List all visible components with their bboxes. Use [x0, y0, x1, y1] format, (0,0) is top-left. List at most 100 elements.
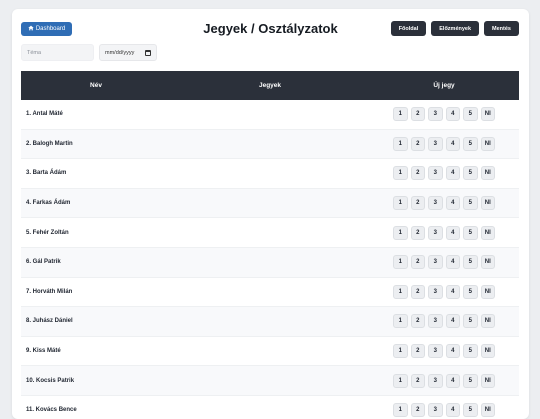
- home-button[interactable]: Főoldal: [390, 21, 427, 36]
- student-name: 4. Farkas Ádám: [26, 200, 71, 207]
- save-button[interactable]: Mentés: [484, 21, 519, 36]
- grade-button-2[interactable]: 2: [410, 403, 425, 418]
- student-name: 6. Gál Patrik: [26, 259, 61, 266]
- grade-button-5[interactable]: 5: [463, 107, 478, 122]
- grades-card: Dashboard Jegyek / Osztályzatok Főoldal …: [12, 9, 529, 419]
- topic-input[interactable]: [21, 44, 94, 61]
- grade-button-4[interactable]: 4: [445, 196, 460, 211]
- table-row: 8. Juhász Dániel 1 2 3 4 5 NI: [21, 307, 519, 337]
- home-icon: [28, 25, 34, 33]
- grade-button-3[interactable]: 3: [428, 255, 443, 270]
- grade-button-ni[interactable]: NI: [480, 196, 495, 211]
- grade-button-3[interactable]: 3: [428, 314, 443, 329]
- grade-button-3[interactable]: 3: [428, 107, 443, 122]
- grade-button-ni[interactable]: NI: [480, 314, 495, 329]
- grade-button-3[interactable]: 3: [428, 136, 443, 151]
- grade-button-3[interactable]: 3: [428, 166, 443, 181]
- grade-button-2[interactable]: 2: [410, 284, 425, 299]
- grade-button-3[interactable]: 3: [428, 225, 443, 240]
- table-row: 1. Antal Máté 1 2 3 4 5 NI: [21, 100, 519, 130]
- top-actions: Főoldal Előzmények Mentés: [390, 21, 519, 36]
- grade-button-1[interactable]: 1: [393, 225, 408, 240]
- grade-button-1[interactable]: 1: [393, 314, 408, 329]
- grade-button-1[interactable]: 1: [393, 403, 408, 418]
- grade-button-1[interactable]: 1: [393, 255, 408, 270]
- grade-button-3[interactable]: 3: [428, 284, 443, 299]
- grade-button-2[interactable]: 2: [410, 136, 425, 151]
- grade-button-5[interactable]: 5: [463, 314, 478, 329]
- table-row: 9. Kiss Máté 1 2 3 4 5 NI: [21, 336, 519, 367]
- grade-button-5[interactable]: 5: [463, 373, 478, 388]
- grade-button-5[interactable]: 5: [463, 403, 478, 418]
- new-grade-buttons: 1 2 3 4 5 NI: [369, 373, 519, 388]
- grade-button-ni[interactable]: NI: [480, 225, 495, 240]
- grade-button-4[interactable]: 4: [445, 166, 460, 181]
- grade-button-2[interactable]: 2: [410, 107, 425, 122]
- grade-button-ni[interactable]: NI: [480, 344, 495, 359]
- grade-button-5[interactable]: 5: [463, 136, 478, 151]
- grade-button-ni[interactable]: NI: [480, 403, 495, 418]
- column-header-name: Név: [90, 82, 102, 89]
- grade-button-2[interactable]: 2: [410, 225, 425, 240]
- grade-button-1[interactable]: 1: [393, 344, 408, 359]
- grade-button-4[interactable]: 4: [445, 373, 460, 388]
- date-value: mm/dd/yyyy: [105, 49, 135, 56]
- table-row: 10. Kocsis Patrik 1 2 3 4 5 NI: [21, 366, 519, 396]
- grade-button-4[interactable]: 4: [445, 225, 460, 240]
- table-body: 1. Antal Máté 1 2 3 4 5 NI 2. Balogh Martin 1 2 3 4…: [21, 100, 519, 419]
- grade-button-4[interactable]: 4: [445, 136, 460, 151]
- grade-button-5[interactable]: 5: [463, 196, 478, 211]
- new-grade-buttons: 1 2 3 4 5 NI: [369, 403, 519, 418]
- grade-button-ni[interactable]: NI: [480, 107, 495, 122]
- grade-button-4[interactable]: 4: [445, 344, 460, 359]
- grade-button-4[interactable]: 4: [445, 255, 460, 270]
- new-grade-buttons: 1 2 3 4 5 NI: [369, 225, 519, 240]
- grade-button-2[interactable]: 2: [410, 373, 425, 388]
- grade-button-3[interactable]: 3: [428, 373, 443, 388]
- grades-table: Név Jegyek Új jegy 1. Antal Máté 1 2 3 4 5 NI 2…: [21, 71, 519, 419]
- new-grade-buttons: 1 2 3 4 5 NI: [369, 136, 519, 151]
- grade-button-ni[interactable]: NI: [480, 136, 495, 151]
- grade-button-1[interactable]: 1: [393, 166, 408, 181]
- column-header-grades: Jegyek: [258, 82, 282, 89]
- dashboard-button[interactable]: Dashboard: [21, 22, 72, 36]
- grade-button-2[interactable]: 2: [410, 166, 425, 181]
- grade-button-1[interactable]: 1: [393, 136, 408, 151]
- grade-button-3[interactable]: 3: [428, 403, 443, 418]
- table-row: 4. Farkas Ádám 1 2 3 4 5 NI: [21, 188, 519, 219]
- table-row: 5. Fehér Zoltán 1 2 3 4 5 NI: [21, 218, 519, 248]
- grade-button-ni[interactable]: NI: [480, 255, 495, 270]
- grade-button-3[interactable]: 3: [428, 344, 443, 359]
- grade-button-1[interactable]: 1: [393, 284, 408, 299]
- grade-button-4[interactable]: 4: [445, 284, 460, 299]
- new-grade-buttons: 1 2 3 4 5 NI: [369, 284, 519, 299]
- grade-button-1[interactable]: 1: [393, 196, 408, 211]
- grade-button-ni[interactable]: NI: [480, 373, 495, 388]
- column-header-new-grade: Új jegy: [433, 82, 455, 89]
- grade-button-4[interactable]: 4: [445, 314, 460, 329]
- grade-button-1[interactable]: 1: [393, 373, 408, 388]
- grade-button-2[interactable]: 2: [410, 344, 425, 359]
- grade-button-3[interactable]: 3: [428, 196, 443, 211]
- student-name: 11. Kovács Bence: [26, 407, 77, 414]
- date-input[interactable]: mm/dd/yyyy: [99, 44, 157, 61]
- calendar-icon[interactable]: [145, 49, 151, 56]
- grade-button-5[interactable]: 5: [463, 166, 478, 181]
- grade-button-1[interactable]: 1: [393, 107, 408, 122]
- student-name: 8. Juhász Dániel: [26, 318, 73, 325]
- grade-button-2[interactable]: 2: [410, 314, 425, 329]
- grade-button-4[interactable]: 4: [445, 107, 460, 122]
- table-header: Név Jegyek Új jegy: [21, 71, 519, 100]
- grade-button-4[interactable]: 4: [445, 403, 460, 418]
- history-button[interactable]: Előzmények: [431, 21, 480, 36]
- grade-button-2[interactable]: 2: [410, 196, 425, 211]
- grade-button-ni[interactable]: NI: [480, 166, 495, 181]
- grade-button-2[interactable]: 2: [410, 255, 425, 270]
- grade-button-ni[interactable]: NI: [480, 284, 495, 299]
- grade-button-5[interactable]: 5: [463, 284, 478, 299]
- grade-button-5[interactable]: 5: [463, 225, 478, 240]
- new-grade-buttons: 1 2 3 4 5 NI: [369, 344, 519, 359]
- grade-button-5[interactable]: 5: [463, 255, 478, 270]
- student-name: 1. Antal Máté: [26, 111, 63, 118]
- grade-button-5[interactable]: 5: [463, 344, 478, 359]
